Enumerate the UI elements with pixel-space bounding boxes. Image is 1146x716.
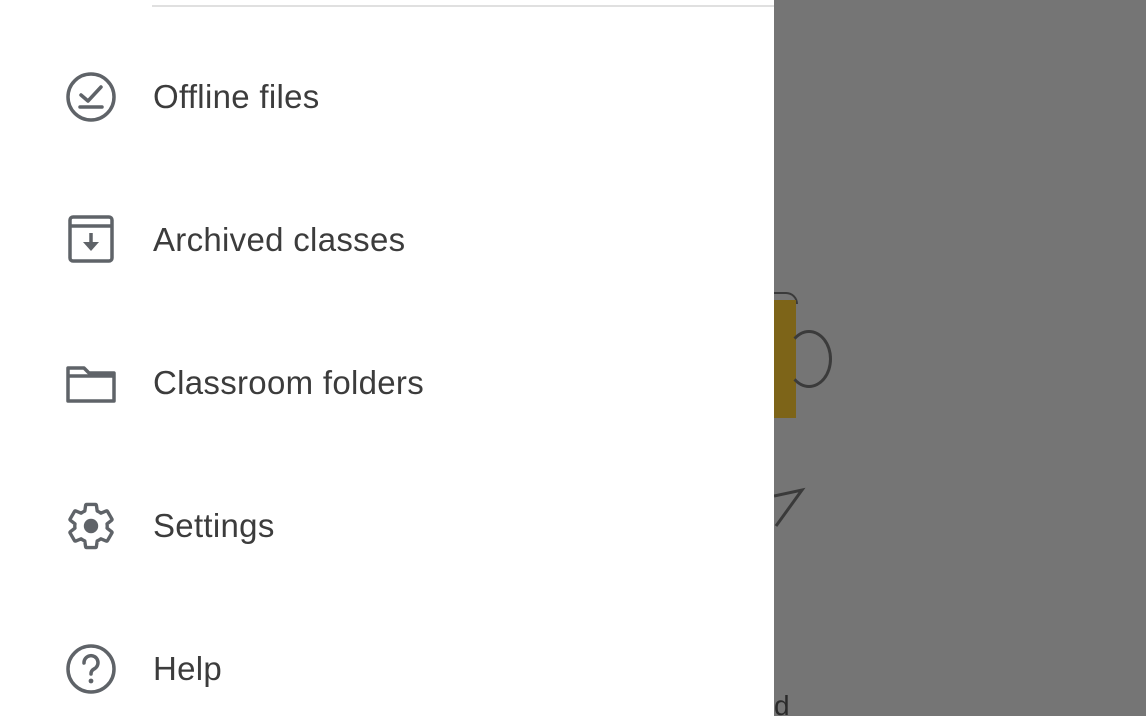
- help-icon: [64, 642, 118, 696]
- gear-icon: [64, 499, 118, 553]
- background-illustration-triangle: [774, 487, 806, 527]
- screen: d Offline files Archived classes Classro…: [0, 0, 1146, 716]
- nav-item-help[interactable]: Help: [0, 609, 774, 716]
- nav-item-label: Offline files: [153, 78, 320, 115]
- navigation-drawer: Offline files Archived classes Classroom…: [0, 0, 774, 716]
- nav-item-label: Classroom folders: [153, 364, 425, 401]
- folder-icon: [64, 356, 118, 410]
- nav-item-classroom-folders[interactable]: Classroom folders: [0, 323, 774, 443]
- drawer-divider: [152, 5, 774, 7]
- nav-item-archived-classes[interactable]: Archived classes: [0, 180, 774, 300]
- archive-icon: [64, 213, 118, 267]
- nav-item-label: Archived classes: [153, 221, 406, 258]
- drawer-scrim[interactable]: d: [774, 0, 1146, 716]
- nav-item-offline-files[interactable]: Offline files: [0, 37, 774, 157]
- background-text-fragment: d: [774, 690, 790, 716]
- offline-check-icon: [64, 70, 118, 124]
- background-illustration-circle: [786, 330, 832, 388]
- nav-item-label: Settings: [153, 507, 275, 544]
- nav-item-label: Help: [153, 650, 223, 687]
- nav-item-settings[interactable]: Settings: [0, 466, 774, 586]
